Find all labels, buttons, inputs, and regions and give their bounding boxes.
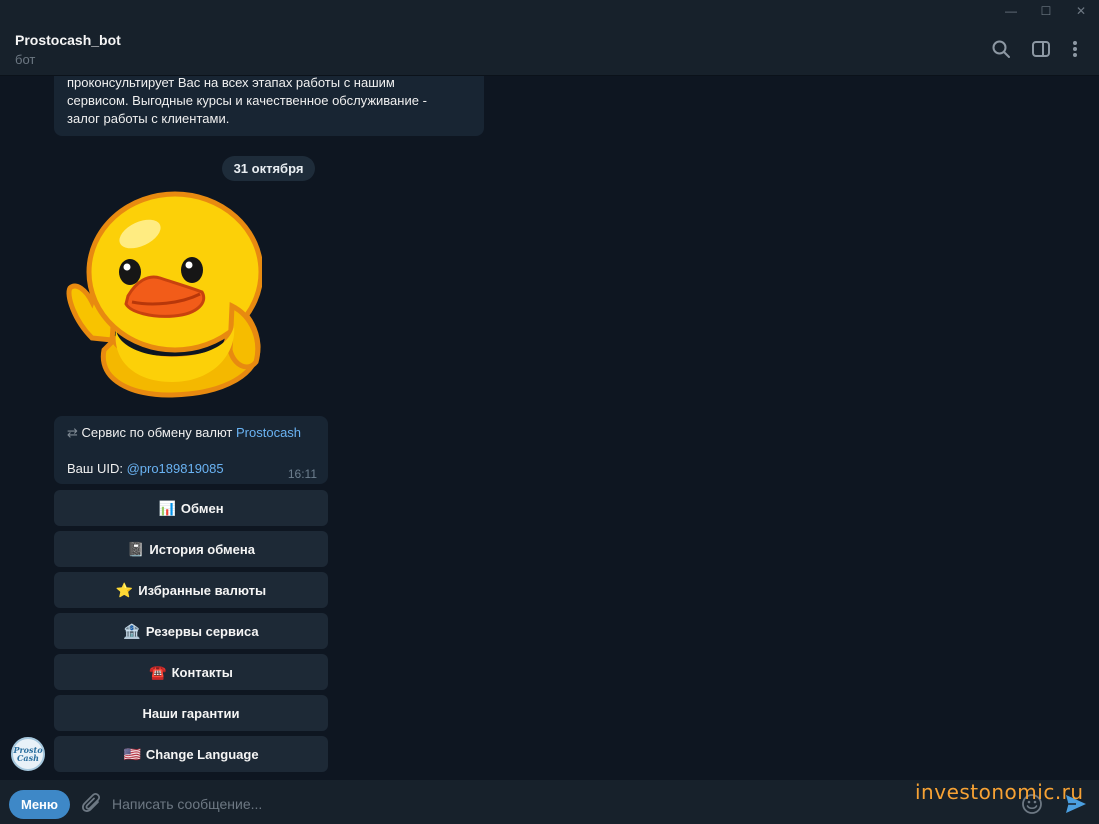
message-list[interactable]: проконсультирует Вас на всех этапах рабо…: [0, 76, 1099, 780]
message-input[interactable]: [112, 792, 892, 816]
paperclip-icon[interactable]: [81, 792, 103, 816]
telephone-icon: ☎️: [149, 663, 167, 680]
keyboard-button-label: Обмен: [180, 500, 224, 516]
keyboard-button-contacts[interactable]: ☎️ Контакты: [54, 654, 328, 690]
service-link[interactable]: Prostocash: [236, 425, 301, 440]
keyboard-button-exchange[interactable]: 📊 Обмен: [54, 490, 328, 526]
intro-message-bubble: проконсультирует Вас на всех этапах рабо…: [54, 76, 484, 136]
keyboard-button-label: Избранные валюты: [138, 582, 267, 598]
exchange-icon: ⇄: [67, 425, 78, 440]
duck-sticker[interactable]: [62, 190, 264, 402]
message-time: 16:11: [287, 467, 317, 481]
service-text: Сервис по обмену валют: [81, 425, 236, 440]
keyboard-button-label: Change Language: [145, 746, 259, 762]
sidebar-toggle-icon[interactable]: [1030, 38, 1052, 60]
bank-icon: 🏦: [123, 622, 141, 639]
notebook-icon: 📓: [126, 540, 145, 557]
chat-subtitle: бот: [15, 52, 36, 67]
search-icon[interactable]: [990, 38, 1012, 60]
window-titlebar: — ☐ ✕: [0, 0, 1099, 22]
uid-line: Ваш UID: @pro189819085: [67, 461, 224, 476]
menu-button[interactable]: Меню: [9, 790, 70, 819]
keyboard-button-guarantees[interactable]: Наши гарантии: [54, 695, 328, 731]
bot-message-bubble: ⇄ Сервис по обмену валют Prostocash Ваш …: [54, 416, 328, 484]
keyboard-button-language[interactable]: 🇺🇸 Change Language: [54, 736, 328, 772]
keyboard-button-label: Наши гарантии: [142, 705, 240, 721]
minimize-button[interactable]: —: [996, 0, 1026, 22]
star-icon: ⭐: [115, 581, 134, 598]
maximize-button[interactable]: ☐: [1031, 0, 1061, 22]
intro-line: проконсультирует Вас на всех этапах рабо…: [67, 76, 395, 90]
uid-link[interactable]: @pro189819085: [127, 461, 224, 476]
chat-header[interactable]: Prostocash_bot бот: [0, 22, 1099, 76]
avatar-text: Cash: [17, 753, 39, 763]
close-button[interactable]: ✕: [1066, 0, 1096, 22]
keyboard-button-history[interactable]: 📓 История обмена: [54, 531, 328, 567]
uid-label: Ваш UID:: [67, 461, 127, 476]
more-options-icon[interactable]: [1064, 38, 1086, 60]
us-flag-icon: 🇺🇸: [123, 745, 141, 762]
keyboard-button-favorites[interactable]: ⭐ Избранные валюты: [54, 572, 328, 608]
keyboard-button-label: Резервы сервиса: [145, 623, 259, 639]
intro-line: залог работы с клиентами.: [67, 111, 230, 126]
keyboard-button-label: История обмена: [149, 541, 255, 557]
intro-line: сервисом. Выгодные курсы и качественное …: [67, 93, 427, 108]
avatar[interactable]: Prosto Cash: [11, 737, 45, 771]
date-divider: 31 октября: [222, 156, 315, 181]
watermark: investonomic.ru: [915, 780, 1084, 804]
chart-icon: 📊: [158, 499, 176, 516]
service-line: ⇄ Сервис по обмену валют Prostocash: [67, 425, 301, 441]
keyboard-button-label: Контакты: [171, 664, 233, 680]
chat-title: Prostocash_bot: [15, 32, 121, 48]
keyboard-button-reserves[interactable]: 🏦 Резервы сервиса: [54, 613, 328, 649]
